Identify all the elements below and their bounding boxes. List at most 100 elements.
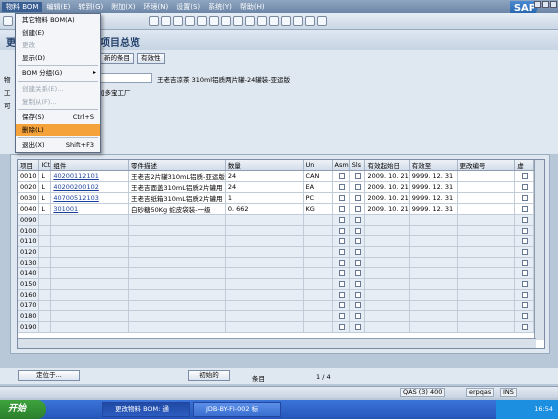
cell-component[interactable] xyxy=(50,300,130,312)
cell-phantom-checkbox[interactable] xyxy=(514,214,535,226)
col-assembly[interactable]: Asm xyxy=(332,160,350,171)
cell-unit[interactable] xyxy=(303,300,333,312)
cell-quantity[interactable] xyxy=(225,278,304,290)
cell-phantom-checkbox[interactable] xyxy=(514,310,535,322)
minimize-icon[interactable] xyxy=(534,1,541,8)
cell-unit[interactable] xyxy=(303,267,333,280)
cell-quantity[interactable] xyxy=(225,225,304,237)
cell-phantom-checkbox[interactable] xyxy=(514,257,535,269)
table-row[interactable]: 0180 xyxy=(18,310,544,322)
cell-sub-items-checkbox[interactable] xyxy=(349,192,366,204)
save-icon[interactable] xyxy=(149,16,159,26)
col-component[interactable]: 组件 xyxy=(50,160,130,171)
cell-description[interactable] xyxy=(128,225,226,237)
menu-item-bom-group[interactable]: BOM 分组(G) ▸ xyxy=(16,67,100,80)
cell-description[interactable] xyxy=(128,235,226,248)
menu-item-create[interactable]: 创建(E) xyxy=(16,27,100,40)
cell-description[interactable]: 王老吉纸箱310mL铝质2片罐用 xyxy=(128,192,226,204)
table-row[interactable]: 0140 xyxy=(18,267,544,280)
menu-edit[interactable]: 编辑(E) xyxy=(42,2,74,12)
cell-description[interactable] xyxy=(128,214,226,226)
cell-phantom-checkbox[interactable] xyxy=(514,181,535,193)
cell-valid-to[interactable] xyxy=(409,267,458,280)
find-icon[interactable] xyxy=(209,16,219,26)
help-icon[interactable] xyxy=(305,16,315,26)
cell-change-number[interactable] xyxy=(457,170,516,182)
cell-change-number[interactable] xyxy=(457,321,516,333)
next-page-icon[interactable] xyxy=(257,16,267,26)
cell-quantity[interactable] xyxy=(225,214,304,226)
cell-phantom-checkbox[interactable] xyxy=(514,170,535,182)
cell-valid-to[interactable] xyxy=(409,310,458,322)
cell-component[interactable] xyxy=(50,225,130,237)
cell-quantity[interactable]: 1 xyxy=(225,192,304,204)
cell-valid-to[interactable]: 9999. 12. 31 xyxy=(409,181,458,193)
cell-sub-items-checkbox[interactable] xyxy=(349,214,366,226)
cell-valid-from[interactable] xyxy=(364,214,410,226)
cell-unit[interactable]: CAN xyxy=(303,170,333,182)
checkbox[interactable] xyxy=(338,291,345,298)
cell-description[interactable]: 白砂糖50Kg 蛇皮袋装-一级 xyxy=(128,203,226,215)
menu-item-delete[interactable]: 删除(L) xyxy=(16,123,100,137)
checkbox[interactable] xyxy=(522,280,529,287)
checkbox[interactable] xyxy=(338,280,345,287)
menu-system[interactable]: 系统(Y) xyxy=(204,2,236,12)
cell-change-number[interactable] xyxy=(457,203,516,215)
cell-phantom-checkbox[interactable] xyxy=(514,192,535,204)
col-valid-to[interactable]: 有效至 xyxy=(409,160,458,171)
checkbox[interactable] xyxy=(522,291,529,298)
cell-valid-to[interactable] xyxy=(409,257,458,269)
cell-unit[interactable] xyxy=(303,235,333,248)
find-next-icon[interactable] xyxy=(221,16,231,26)
cell-description[interactable] xyxy=(128,267,226,280)
table-row[interactable]: 0010 L 40200112101 王老吉2片罐310mL铝质-亚运版 24 CAN 20… xyxy=(18,170,544,182)
table-row[interactable]: 0100 xyxy=(18,225,544,237)
checkbox[interactable] xyxy=(338,238,345,245)
checkbox[interactable] xyxy=(522,206,529,212)
vertical-scrollbar[interactable] xyxy=(534,160,544,340)
cell-description[interactable] xyxy=(128,310,226,322)
checkbox[interactable] xyxy=(355,227,362,234)
cell-change-number[interactable] xyxy=(457,192,516,204)
cell-sub-items-checkbox[interactable] xyxy=(349,181,366,193)
cell-item-category[interactable] xyxy=(38,246,52,258)
cell-component[interactable] xyxy=(50,278,130,290)
cell-unit[interactable] xyxy=(303,278,333,290)
checkbox[interactable] xyxy=(522,323,529,330)
checkbox[interactable] xyxy=(355,280,362,287)
checkbox[interactable] xyxy=(338,184,345,190)
checkbox[interactable] xyxy=(522,313,529,320)
cell-assembly-checkbox[interactable] xyxy=(332,192,350,204)
cell-change-number[interactable] xyxy=(457,225,516,237)
cell-quantity[interactable]: 24 xyxy=(225,170,304,182)
checkbox[interactable] xyxy=(338,313,345,320)
checkbox[interactable] xyxy=(355,184,362,190)
table-row[interactable]: 0190 xyxy=(18,321,544,333)
menu-environment[interactable]: 环境(N) xyxy=(140,2,173,12)
cell-description[interactable] xyxy=(128,257,226,269)
table-row[interactable]: 0090 xyxy=(18,214,544,226)
cell-component[interactable] xyxy=(50,214,130,226)
cell-quantity[interactable] xyxy=(225,267,304,280)
cell-assembly-checkbox[interactable] xyxy=(332,321,350,333)
cell-unit[interactable]: KG xyxy=(303,203,333,215)
cell-component[interactable] xyxy=(50,257,130,269)
cell-assembly-checkbox[interactable] xyxy=(332,278,350,290)
checkbox[interactable] xyxy=(522,195,529,201)
checkbox[interactable] xyxy=(338,323,345,330)
cell-change-number[interactable] xyxy=(457,246,516,258)
cell-change-number[interactable] xyxy=(457,214,516,226)
task-sap-window[interactable]: 更改物料 BOM: 通 xyxy=(102,402,190,417)
menu-item-display[interactable]: 显示(D) xyxy=(16,52,100,65)
cell-item-category[interactable]: L xyxy=(38,192,52,204)
col-description[interactable]: 零件描述 xyxy=(128,160,226,171)
cell-sub-items-checkbox[interactable] xyxy=(349,225,366,237)
cell-description[interactable] xyxy=(128,300,226,312)
checkbox[interactable] xyxy=(522,184,529,190)
checkbox[interactable] xyxy=(355,248,362,255)
cell-valid-from[interactable] xyxy=(364,278,410,290)
cell-component[interactable]: 40200112101 xyxy=(50,170,130,182)
cell-unit[interactable]: PC xyxy=(303,192,333,204)
cell-phantom-checkbox[interactable] xyxy=(514,267,535,280)
cell-item-category[interactable]: L xyxy=(38,170,52,182)
